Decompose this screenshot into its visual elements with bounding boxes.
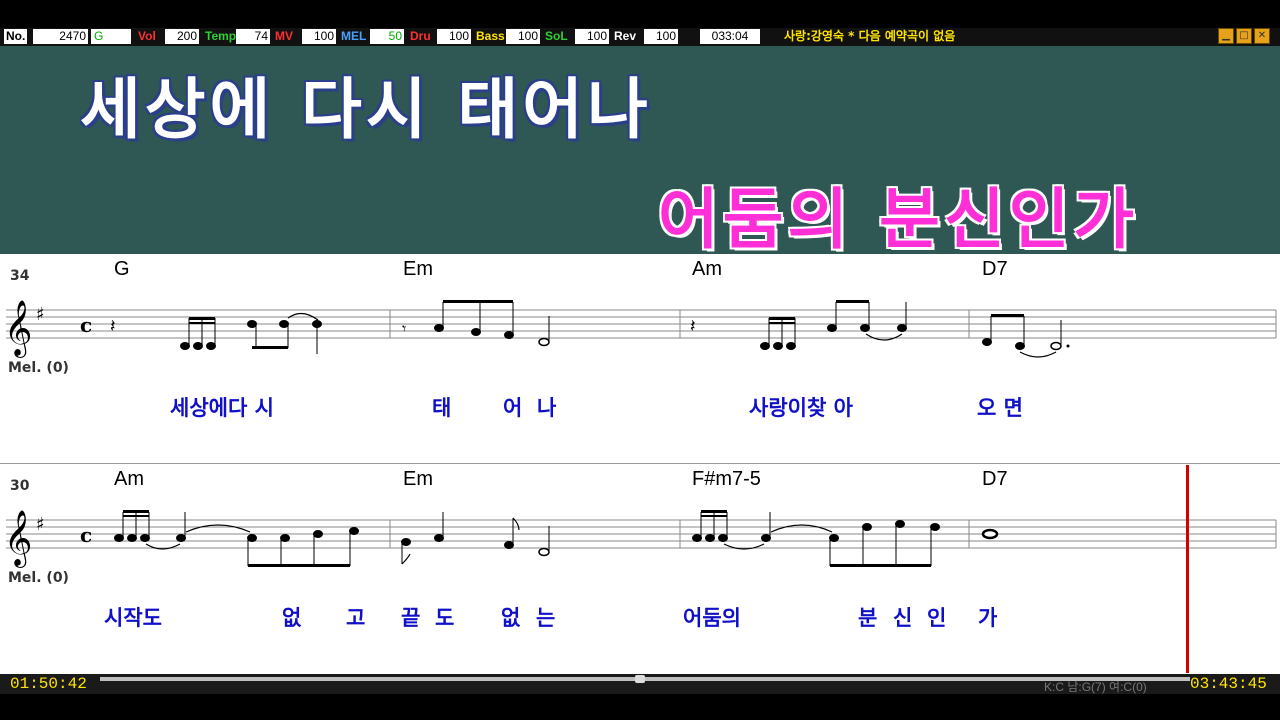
bass-value: 100: [506, 29, 540, 44]
lyric: 사랑이찾 아: [749, 396, 853, 420]
lyric: 시작도: [104, 606, 162, 630]
tempo-value: 74: [236, 29, 270, 44]
chord-label: D7: [982, 258, 1008, 280]
key-value: G: [91, 29, 131, 44]
chord-label: G: [114, 258, 130, 280]
lyric: 어둠의: [683, 606, 741, 630]
common-time-icon: c: [80, 523, 92, 547]
mv-value: 100: [302, 29, 336, 44]
playback-bar: 01:50:42 K:C 남:G(7) 여:C(0) 03:43:45: [0, 674, 1280, 694]
volume-label: Vol: [138, 29, 156, 43]
chord-label: D7: [982, 468, 1008, 490]
drum-label: Dru: [410, 29, 431, 43]
song-title: 세상에 다시 태어나: [80, 71, 652, 148]
quarter-rest-icon: 𝄽: [110, 316, 116, 337]
bass-label: Bass: [476, 29, 505, 43]
lyric: 분: [858, 606, 878, 630]
measure-number: 30: [10, 478, 30, 494]
progress-thumb[interactable]: [634, 675, 645, 683]
sharp-icon: ♯: [36, 304, 45, 325]
chord-label: F#m7-5: [692, 468, 761, 490]
lyric: 세상에다 시: [170, 396, 274, 420]
window-controls: ▁ □ ✕: [1218, 28, 1270, 44]
melody-value: 50: [370, 29, 404, 44]
melody-label: MEL: [341, 29, 367, 43]
svg-text:𝄽: 𝄽: [690, 316, 696, 337]
measure-number: 34: [10, 268, 30, 284]
lyric: 태: [432, 396, 452, 420]
chord-label: Em: [403, 258, 433, 280]
status-bar: No. 2470 G Vol 200 Temp 74 MV 100 MEL 50…: [0, 28, 1280, 46]
lyric: 신: [893, 606, 913, 630]
chord-label: Am: [692, 258, 722, 280]
lyric: 인: [927, 606, 947, 630]
common-time-icon: c: [80, 313, 92, 337]
lyric: 고: [346, 606, 366, 630]
chord-label: Em: [403, 468, 433, 490]
artist-name: 어둠의 분신인가: [658, 181, 1139, 258]
treble-clef-icon: 𝄞: [4, 300, 32, 358]
song-number-value: 2470: [33, 29, 88, 44]
playback-cursor: [1186, 465, 1189, 673]
lyric: 도: [435, 606, 455, 630]
reservation-marquee: 사랑:강영숙 * 다음 예약곡이 없음: [784, 29, 956, 43]
minimize-icon[interactable]: ▁: [1218, 28, 1234, 44]
solo-value: 100: [575, 29, 609, 44]
maximize-icon[interactable]: □: [1236, 28, 1252, 44]
lyric: 는: [536, 606, 556, 630]
volume-value: 200: [165, 29, 199, 44]
system-divider: [0, 463, 1280, 464]
treble-clef-icon: 𝄞: [4, 510, 32, 568]
progress-track[interactable]: [100, 675, 1190, 683]
drum-value: 100: [437, 29, 471, 44]
title-panel: 세상에 다시 태어나 어둠의 분신인가: [0, 46, 1280, 258]
lyric: 끝: [401, 606, 421, 630]
elapsed-counter: 033:04: [700, 29, 760, 44]
sharp-icon: ♯: [36, 514, 45, 535]
score-area: 34 Mel. (0) G Em Am D7 𝄞 ♯ c 𝄽 𝄾 𝄽 세상에다 …: [0, 254, 1280, 674]
reverb-value: 100: [644, 29, 678, 44]
lyric: 가: [978, 606, 998, 630]
staff-system-2: 𝄞 ♯ c: [4, 510, 1277, 568]
reverb-label: Rev: [614, 29, 637, 43]
chord-label: Am: [114, 468, 144, 490]
total-time: 03:43:45: [1190, 675, 1267, 693]
lyric: 나: [537, 396, 557, 420]
current-time: 01:50:42: [10, 675, 87, 693]
lyric: 없: [282, 606, 302, 630]
lyric: 오 면: [977, 396, 1023, 420]
staff-system-1: 𝄞 ♯ c 𝄽 𝄾 𝄽: [4, 300, 1277, 358]
mv-label: MV: [275, 29, 293, 43]
svg-text:𝄾: 𝄾: [402, 319, 406, 338]
tempo-label: Temp: [205, 29, 237, 43]
solo-label: SoL: [545, 29, 568, 43]
lyric: 없: [501, 606, 521, 630]
key-info: K:C 남:G(7) 여:C(0): [1044, 680, 1147, 694]
number-label: No.: [4, 29, 28, 44]
close-icon[interactable]: ✕: [1254, 28, 1270, 44]
lyric: 어: [503, 396, 523, 420]
